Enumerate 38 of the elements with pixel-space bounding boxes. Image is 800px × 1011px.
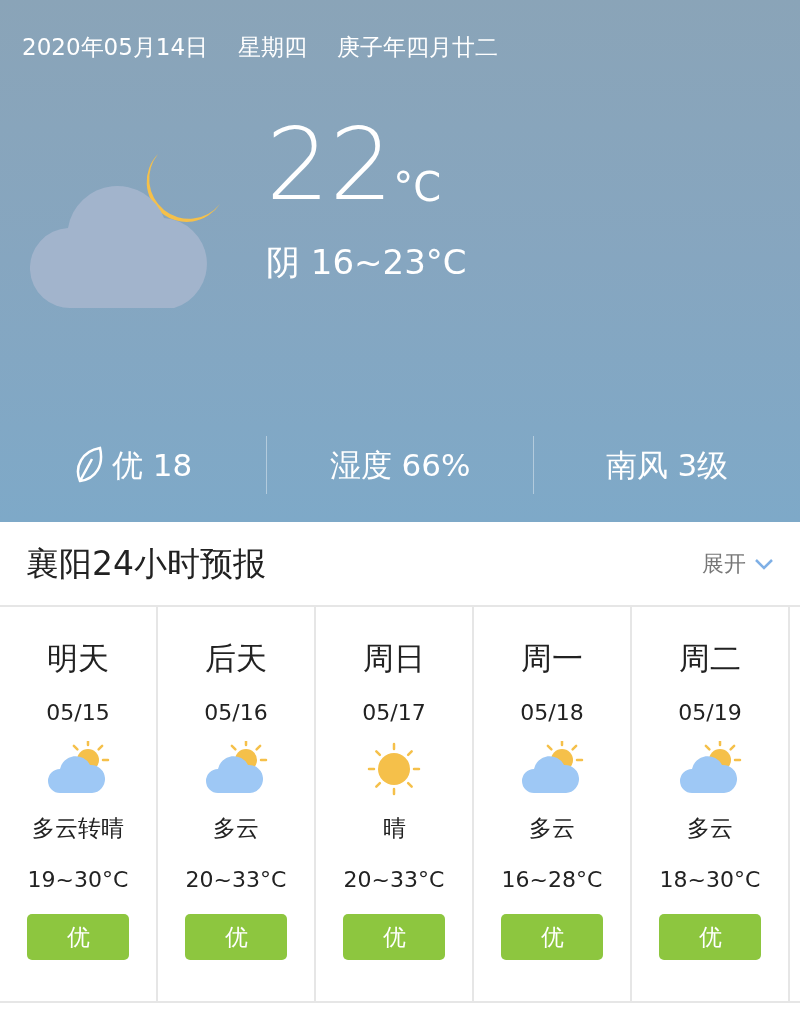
air-quality-badge: 优 [27, 914, 129, 960]
weather-text: 多云 [687, 813, 733, 843]
forecast-title: 襄阳24小时预报 [26, 542, 266, 585]
day-date: 05/18 [520, 698, 584, 727]
air-quality-badge: 优 [501, 914, 603, 960]
sun-icon [366, 740, 422, 797]
air-quality-badge: 优 [343, 914, 445, 960]
air-quality-badge: 优 [185, 914, 287, 960]
stat-text: 南风 3级 [605, 445, 729, 485]
day-date: 05/15 [46, 698, 110, 727]
day-name: 周日 [363, 639, 425, 678]
chevron-down-icon [754, 557, 774, 570]
temperature-range: 20~33°C [185, 866, 287, 894]
day-name: 明天 [47, 639, 109, 678]
day-name: 后天 [205, 639, 267, 678]
weather-text: 多云转晴 [32, 813, 124, 843]
day-date: 05/19 [678, 698, 742, 727]
weekday-text: 星期四 [238, 33, 308, 62]
weather-text: 多云 [529, 813, 575, 843]
weather-summary: 阴 16~23°C [266, 240, 467, 284]
temperature-range: 16~28°C [501, 866, 603, 894]
day-name: 周二 [679, 639, 741, 678]
expand-button[interactable]: 展开 [702, 547, 774, 580]
temperature-range: 18~30°C [659, 866, 761, 894]
day-name: 周一 [521, 639, 583, 678]
day-date: 05/17 [362, 698, 426, 727]
day-date: 05/16 [204, 698, 268, 727]
stat-text: 湿度 66% [329, 445, 471, 485]
date-text: 2020年05月14日 [22, 33, 209, 62]
current-temperature: 22 [266, 114, 394, 215]
temperature-range: 20~33°C [343, 866, 445, 894]
temperature-unit: °C [393, 162, 442, 212]
weather-text: 晴 [382, 813, 406, 843]
air-quality-badge: 优 [659, 914, 761, 960]
lunar-date-text: 庚子年四月廿二 [337, 33, 499, 62]
temperature-range: 19~30°C [27, 866, 129, 894]
stat-text: 优 18 [111, 445, 193, 485]
weather-text: 多云 [213, 813, 259, 843]
